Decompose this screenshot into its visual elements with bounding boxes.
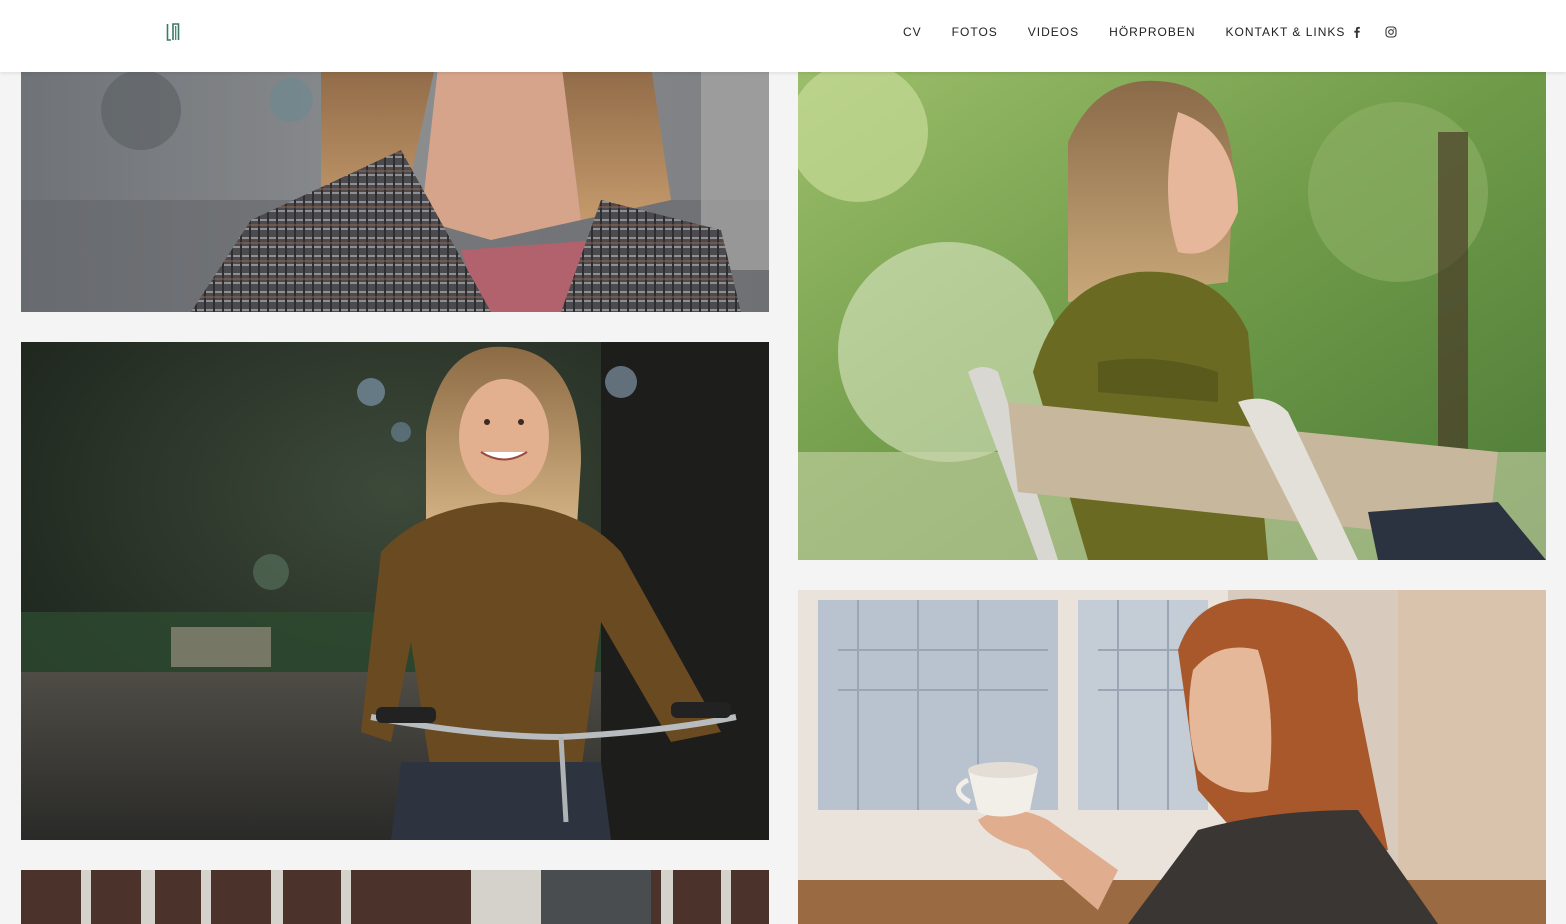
site-header: CV FOTOS VIDEOS HÖRPROBEN KONTAKT & LINK… xyxy=(0,0,1566,72)
instagram-icon[interactable] xyxy=(1384,25,1398,39)
facebook-icon[interactable] xyxy=(1350,25,1364,39)
gallery-photo-coffee[interactable] xyxy=(798,590,1546,924)
nav-item-fotos[interactable]: FOTOS xyxy=(952,24,998,40)
logo-monogram-icon[interactable] xyxy=(166,22,182,42)
gallery-photo-window-bars[interactable] xyxy=(21,870,769,924)
main-navigation: CV FOTOS VIDEOS HÖRPROBEN KONTAKT & LINK… xyxy=(903,24,1345,40)
gallery-photo-bicycle[interactable] xyxy=(21,342,769,840)
nav-item-hoerproben[interactable]: HÖRPROBEN xyxy=(1109,24,1195,40)
nav-item-cv[interactable]: CV xyxy=(903,24,922,40)
social-links xyxy=(1350,25,1398,39)
nav-item-kontakt-links[interactable]: KONTAKT & LINKS xyxy=(1226,24,1346,40)
gallery-photo-bench[interactable] xyxy=(798,72,1546,560)
nav-item-videos[interactable]: VIDEOS xyxy=(1028,24,1079,40)
photo-gallery-page: CV FOTOS VIDEOS HÖRPROBEN KONTAKT & LINK… xyxy=(0,0,1566,924)
